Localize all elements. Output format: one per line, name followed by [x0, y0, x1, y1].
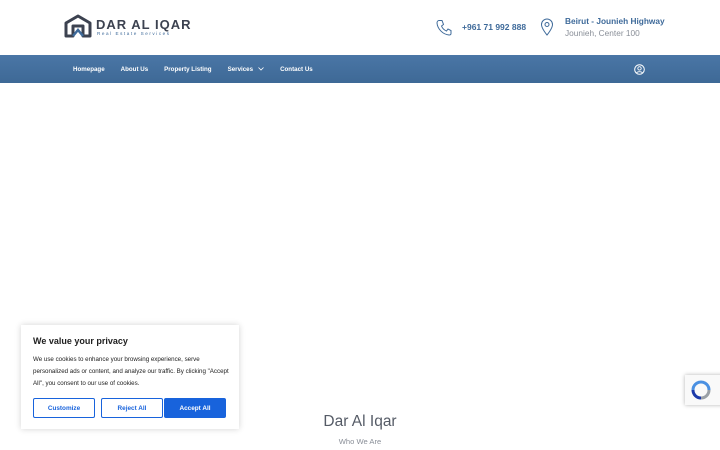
- cookie-text: We use cookies to enhance your browsing …: [33, 356, 229, 387]
- logo-subtitle: Real Estate Services: [97, 31, 171, 36]
- recaptcha-badge[interactable]: [685, 375, 720, 405]
- phone-contact[interactable]: +961 71 992 888: [436, 0, 532, 55]
- nav-item-services[interactable]: Services: [228, 66, 264, 73]
- recaptcha-icon: [691, 380, 711, 400]
- site-logo[interactable]: DAR AL IQAR Real Estate Services: [64, 14, 191, 40]
- section-subtitle: Who We Are: [338, 437, 382, 446]
- logo-title: DAR AL IQAR: [96, 17, 192, 32]
- user-circle-icon[interactable]: [634, 64, 645, 75]
- nav-item-services-label: Services: [227, 65, 254, 73]
- main-navigation: Homepage About Us Property Listing Servi…: [0, 55, 720, 83]
- phone-number[interactable]: +961 71 992 888: [462, 22, 526, 32]
- chevron-down-icon: [258, 67, 264, 71]
- logo-house-icon: [64, 14, 92, 38]
- site-header: DAR AL IQAR Real Estate Services +961 71…: [0, 0, 720, 55]
- phone-icon: [436, 20, 452, 36]
- address-line-1: Beirut - Jounieh Highway: [565, 16, 665, 26]
- nav-item-contact-us[interactable]: Contact Us: [280, 66, 313, 73]
- address-contact: Beirut - Jounieh Highway Jounieh, Center…: [540, 0, 670, 55]
- cookie-consent-banner: We value your privacy We use cookies to …: [21, 325, 239, 429]
- location-pin-icon: [540, 18, 554, 36]
- cookie-title: We value your privacy: [33, 336, 128, 346]
- nav-item-property-listing[interactable]: Property Listing: [164, 66, 211, 73]
- nav-menu: Homepage About Us Property Listing Servi…: [73, 55, 329, 83]
- nav-item-about-us[interactable]: About Us: [121, 66, 149, 73]
- address-line-2: Jounieh, Center 100: [565, 28, 640, 38]
- customize-button[interactable]: Customize: [33, 398, 95, 418]
- reject-all-button[interactable]: Reject All: [101, 398, 163, 418]
- nav-item-homepage[interactable]: Homepage: [73, 66, 105, 73]
- accept-all-button[interactable]: Accept All: [164, 398, 226, 418]
